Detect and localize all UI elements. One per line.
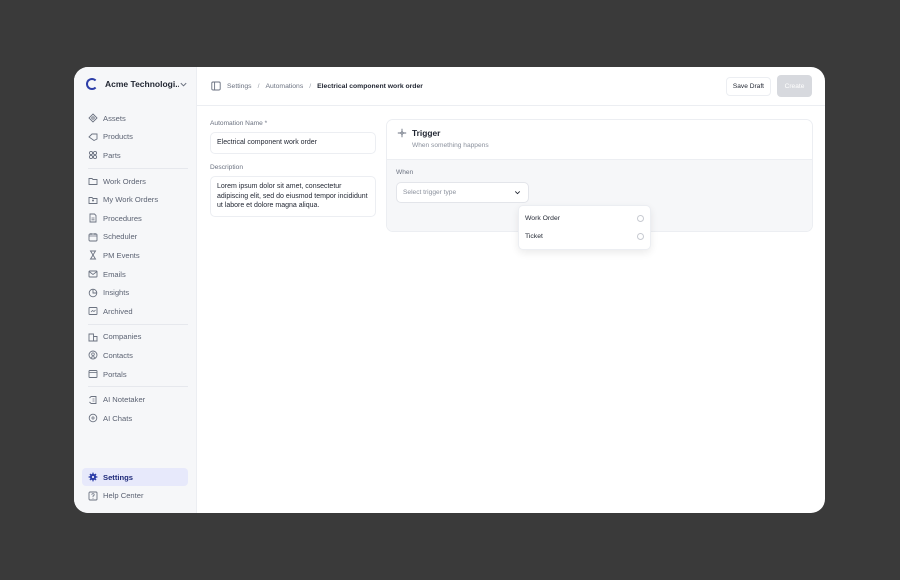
contact-icon	[88, 350, 98, 360]
sidebar-item-pm-events[interactable]: PM Events	[82, 246, 190, 265]
sidebar-item-label: Parts	[103, 150, 121, 160]
sidebar-item-contacts[interactable]: Contacts	[82, 346, 190, 365]
sidebar-nav: Assets Products Parts Work Orders My Wor…	[74, 99, 196, 428]
when-label: When	[396, 169, 414, 176]
sidebar-item-label: Products	[103, 132, 133, 142]
folder-icon	[88, 178, 98, 186]
sidebar-item-label: Procedures	[103, 213, 142, 223]
calendar-icon	[88, 232, 98, 242]
sidebar-item-ai-chats[interactable]: AI Chats	[82, 409, 190, 428]
sidebar-item-label: AI Notetaker	[103, 395, 146, 405]
trigger-type-dropdown: Work Order Ticket	[518, 205, 651, 250]
radio-icon[interactable]	[637, 232, 644, 240]
sidebar-item-label: AI Chats	[103, 413, 133, 423]
sidebar-item-label: Assets	[103, 113, 126, 123]
breadcrumb-settings[interactable]: Settings	[227, 83, 252, 90]
option-label: Work Order	[525, 214, 560, 222]
create-button[interactable]: Create	[777, 75, 812, 97]
option-ticket[interactable]: Ticket	[519, 227, 650, 245]
sidebar: Acme Technologi... Assets Products Parts…	[74, 67, 197, 513]
sidebar-item-settings[interactable]: Settings	[82, 467, 188, 487]
sidebar-item-label: Archived	[103, 306, 133, 316]
sidebar-item-help-center[interactable]: Help Center	[82, 486, 188, 505]
description-label: Description	[210, 164, 243, 171]
sidebar-item-scheduler[interactable]: Scheduler	[82, 228, 190, 247]
automation-name-label: Automation Name *	[210, 120, 268, 127]
sidebar-item-emails[interactable]: Emails	[82, 265, 190, 284]
org-logo-icon	[86, 78, 98, 90]
mail-icon	[88, 270, 98, 278]
trigger-subtitle: When something happens	[412, 142, 489, 149]
products-icon	[88, 133, 98, 141]
sidebar-item-label: Work Orders	[103, 176, 146, 186]
sidebar-item-label: My Work Orders	[103, 195, 159, 205]
sidebar-item-label: Portals	[103, 369, 127, 379]
user-folder-icon	[88, 196, 98, 204]
org-name: Acme Technologi...	[105, 79, 179, 89]
trigger-type-select[interactable]: Select trigger type	[396, 182, 529, 203]
org-switcher[interactable]: Acme Technologi...	[74, 69, 196, 99]
breadcrumb-separator: /	[309, 82, 312, 90]
sidebar-item-label: PM Events	[103, 250, 140, 260]
trigger-header: Trigger When something happens	[387, 120, 812, 160]
help-icon	[88, 491, 98, 501]
sidebar-item-label: Emails	[103, 269, 126, 279]
assets-icon	[88, 113, 98, 123]
sidebar-item-companies[interactable]: Companies	[82, 328, 190, 347]
sidebar-item-label: Help Center	[103, 491, 144, 501]
sidebar-item-parts[interactable]: Parts	[82, 146, 190, 165]
divider	[88, 323, 188, 325]
building-icon	[88, 333, 98, 342]
sidebar-toggle-icon[interactable]	[211, 81, 221, 91]
chart-icon	[88, 288, 98, 297]
sidebar-item-label: Scheduler	[103, 232, 138, 242]
automation-form: Automation Name * Electrical component w…	[210, 120, 376, 217]
option-label: Ticket	[525, 232, 543, 240]
archive-icon	[88, 307, 98, 316]
save-draft-button[interactable]: Save Draft	[725, 76, 771, 96]
sidebar-item-insights[interactable]: Insights	[82, 283, 190, 302]
divider	[88, 386, 188, 388]
sidebar-item-archived[interactable]: Archived	[82, 302, 190, 321]
app-window: Acme Technologi... Assets Products Parts…	[74, 67, 825, 513]
option-work-order[interactable]: Work Order	[519, 209, 650, 227]
select-placeholder: Select trigger type	[403, 189, 457, 196]
divider	[88, 167, 188, 169]
sidebar-item-label: Insights	[103, 288, 130, 298]
document-icon	[89, 213, 97, 223]
main-content: Settings / Automations / Electrical comp…	[197, 67, 825, 513]
gear-icon	[88, 472, 98, 482]
sidebar-item-label: Settings	[103, 472, 133, 482]
parts-icon	[88, 151, 98, 160]
radio-icon[interactable]	[637, 214, 644, 222]
breadcrumb-automations[interactable]: Automations	[265, 83, 303, 90]
sidebar-item-portals[interactable]: Portals	[82, 365, 190, 384]
sidebar-item-label: Contacts	[103, 350, 133, 360]
sidebar-item-products[interactable]: Products	[82, 128, 190, 147]
trigger-title: Trigger	[412, 128, 441, 138]
hourglass-icon	[89, 251, 97, 260]
breadcrumb-current: Electrical component work order	[317, 82, 423, 90]
sidebar-item-my-work-orders[interactable]: My Work Orders	[82, 190, 190, 209]
notetaker-icon	[89, 395, 97, 404]
breadcrumb-separator: /	[257, 82, 260, 90]
chevron-down-icon	[180, 82, 187, 87]
chevron-down-icon	[514, 191, 521, 195]
sidebar-item-procedures[interactable]: Procedures	[82, 209, 190, 228]
automation-name-input[interactable]: Electrical component work order	[210, 132, 376, 154]
description-textarea[interactable]: Lorem ipsum dolor sit amet, consectetur …	[210, 176, 376, 217]
portal-icon	[88, 370, 98, 378]
sidebar-item-ai-notetaker[interactable]: AI Notetaker	[82, 390, 190, 409]
chat-icon	[88, 413, 98, 423]
sidebar-item-work-orders[interactable]: Work Orders	[82, 172, 190, 191]
sidebar-item-label: Companies	[103, 332, 142, 342]
top-bar: Settings / Automations / Electrical comp…	[197, 67, 825, 106]
sidebar-bottom: Settings Help Center	[82, 467, 188, 505]
sidebar-item-assets[interactable]: Assets	[82, 109, 190, 128]
lightning-icon	[397, 128, 407, 138]
